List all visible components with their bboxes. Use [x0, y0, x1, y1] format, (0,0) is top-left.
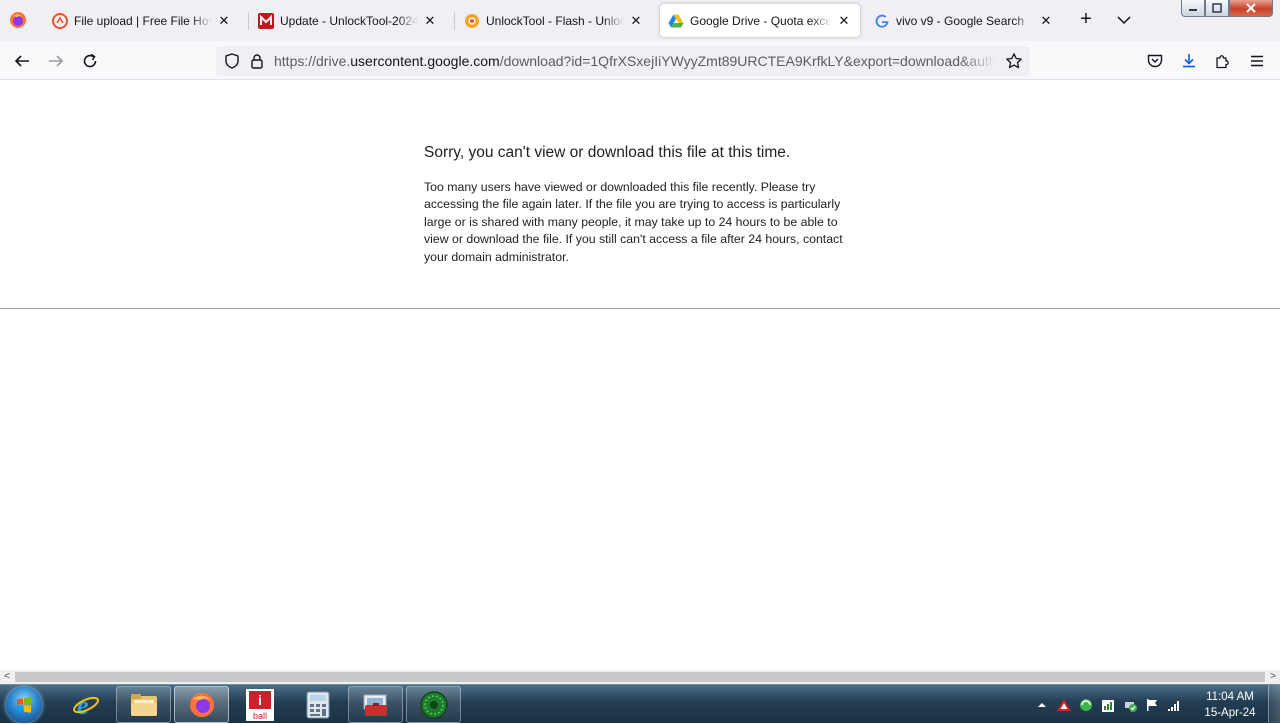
show-hidden-icons-arrow-icon[interactable] — [1034, 697, 1050, 713]
downloads-button[interactable] — [1178, 50, 1200, 72]
close-tab-icon[interactable]: ✕ — [422, 13, 438, 29]
green-emblem-icon — [419, 690, 448, 719]
back-arrow-icon — [14, 55, 29, 67]
taskbar-toolbox-app[interactable] — [348, 686, 403, 723]
google-favicon-icon — [874, 13, 890, 29]
usb-device-tray-icon[interactable] — [1100, 697, 1116, 713]
bookmark-star-icon[interactable] — [1005, 52, 1023, 70]
quota-error-message: Sorry, you can't view or download this f… — [424, 144, 854, 266]
reload-icon — [83, 53, 97, 68]
google-drive-favicon-icon — [668, 13, 684, 29]
antivirus-tray-icon[interactable] — [1056, 697, 1072, 713]
app-menu-button[interactable] — [1246, 50, 1268, 72]
pocket-icon — [1147, 54, 1163, 68]
show-desktop-button[interactable] — [1268, 685, 1280, 724]
scroll-right-arrow[interactable]: > — [1266, 670, 1280, 684]
safely-remove-hardware-icon[interactable] — [1122, 697, 1138, 713]
windows-taskbar: e i ball 11:04 AM 15-Apr-24 — [0, 684, 1280, 724]
taskbar-iball[interactable]: i ball — [232, 686, 287, 723]
scroll-left-arrow[interactable]: < — [0, 670, 14, 684]
tab-unlocktool-flash[interactable]: UnlockTool - Flash - Unlock Bo ✕ — [456, 4, 652, 37]
svg-text:e: e — [77, 691, 89, 720]
error-description: Too many users have viewed or downloaded… — [424, 180, 843, 264]
forward-arrow-icon — [49, 55, 64, 67]
internet-explorer-icon: e — [72, 691, 99, 720]
taskbar-file-explorer[interactable] — [116, 686, 171, 723]
calculator-icon — [306, 691, 329, 718]
tab-label: vivo v9 - Google Search — [896, 13, 1025, 28]
folder-icon — [130, 693, 157, 716]
tab-file-upload[interactable]: File upload | Free File Hosting ✕ — [44, 4, 240, 37]
navigation-toolbar: https://drive.usercontent.google.com/dow… — [0, 41, 1280, 80]
close-tab-icon[interactable]: ✕ — [836, 13, 852, 29]
taskbar-calculator[interactable] — [290, 686, 345, 723]
restore-window-button[interactable] — [1205, 0, 1229, 17]
url-prefix: https://drive. — [274, 53, 351, 69]
iball-letter: i — [258, 692, 262, 708]
pocket-button[interactable] — [1144, 50, 1166, 72]
url-path: /download?id=1QfrXSxejIiYWyyZmt89URCTEA9… — [499, 53, 996, 69]
tracking-protection-shield-icon[interactable] — [224, 53, 240, 69]
network-signal-icon[interactable] — [1166, 697, 1182, 713]
list-all-tabs-icon[interactable] — [1114, 10, 1134, 30]
clock-date: 15-Apr-24 — [1204, 707, 1256, 719]
windows-logo-icon — [17, 697, 31, 713]
taskbar-internet-explorer[interactable]: e — [58, 686, 113, 723]
new-tab-button[interactable]: + — [1076, 9, 1096, 30]
close-tab-icon[interactable]: ✕ — [1038, 13, 1054, 29]
address-bar[interactable]: https://drive.usercontent.google.com/dow… — [216, 46, 1030, 76]
toolbox-icon — [363, 694, 387, 716]
hamburger-menu-icon — [1251, 55, 1263, 67]
firefox-icon — [189, 692, 214, 717]
clock-time: 11:04 AM — [1206, 691, 1254, 703]
close-window-button[interactable] — [1229, 0, 1273, 17]
file-upload-favicon-icon — [52, 12, 68, 29]
extensions-button[interactable] — [1212, 50, 1234, 72]
tab-label: UnlockTool - Flash - Unlock Bo — [486, 13, 624, 28]
system-clock[interactable]: 11:04 AM 15-Apr-24 — [1198, 689, 1262, 721]
tab-separator — [248, 12, 249, 30]
tab-strip: File upload | Free File Hosting ✕ Update… — [0, 0, 1280, 41]
url-domain: usercontent.google.com — [350, 53, 500, 69]
iball-label: ball — [252, 711, 266, 721]
close-tab-icon[interactable]: ✕ — [628, 13, 644, 29]
unlocktool-favicon-icon — [464, 13, 480, 29]
firefox-view-icon[interactable] — [8, 10, 28, 30]
reload-button[interactable] — [79, 50, 101, 72]
site-security-lock-icon[interactable] — [249, 53, 265, 69]
iball-logo-icon: i ball — [245, 688, 274, 721]
page-content: Sorry, you can't view or download this f… — [0, 80, 1280, 670]
start-button[interactable] — [6, 687, 42, 723]
error-heading: Sorry, you can't view or download this f… — [424, 144, 791, 161]
tab-google-search[interactable]: vivo v9 - Google Search ✕ — [866, 4, 1062, 37]
tab-google-drive-quota[interactable]: Google Drive - Quota exceeded ✕ — [660, 4, 860, 37]
close-tab-icon[interactable]: ✕ — [216, 13, 232, 29]
tab-separator — [454, 12, 455, 30]
back-button[interactable] — [11, 50, 33, 72]
scrollbar-thumb[interactable] — [15, 672, 1265, 682]
action-center-flag-icon[interactable] — [1144, 697, 1160, 713]
horizontal-scrollbar[interactable]: < > — [0, 670, 1280, 684]
forward-button[interactable] — [45, 50, 67, 72]
system-tray — [1032, 685, 1202, 724]
tab-label: File upload | Free File Hosting — [74, 13, 212, 28]
horizontal-divider — [0, 308, 1280, 309]
minimize-window-button[interactable] — [1181, 0, 1205, 17]
taskbar-firefox[interactable] — [174, 686, 229, 723]
m-favicon-icon — [258, 12, 274, 29]
download-arrow-icon — [1183, 54, 1195, 68]
taskbar-green-emblem-app[interactable] — [406, 686, 461, 723]
sync-tray-icon[interactable] — [1078, 697, 1094, 713]
tab-label: Update - UnlockTool-2024.04.1 — [280, 13, 418, 28]
puzzle-piece-icon — [1216, 55, 1229, 69]
tab-unlocktool-update[interactable]: Update - UnlockTool-2024.04.1 ✕ — [250, 4, 446, 37]
tab-label: Google Drive - Quota exceeded — [690, 13, 832, 28]
url-text[interactable]: https://drive.usercontent.google.com/dow… — [274, 53, 996, 69]
